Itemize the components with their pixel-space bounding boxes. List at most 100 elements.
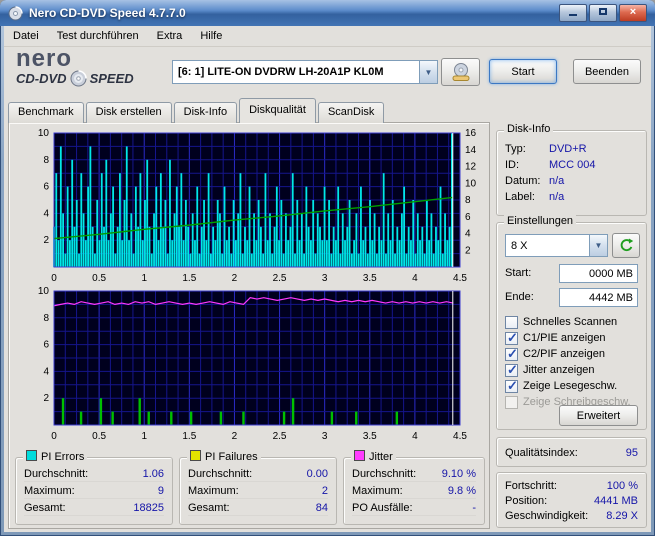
stat-label: Maximum: [352, 484, 403, 497]
progress-label: Fortschritt: [505, 479, 557, 492]
tab-benchmark[interactable]: Benchmark [8, 102, 84, 123]
svg-text:14: 14 [465, 145, 477, 156]
svg-text:3: 3 [322, 431, 328, 441]
quit-button[interactable]: Beenden [573, 59, 641, 84]
stat-value: - [472, 501, 476, 514]
checkbox-icon [505, 346, 518, 362]
svg-text:0.5: 0.5 [92, 431, 106, 441]
svg-text:4: 4 [465, 229, 471, 240]
checkbox-icon [505, 378, 518, 394]
position-value: 4441 MB [593, 494, 638, 507]
checkbox-icon [505, 395, 518, 409]
svg-text:4.5: 4.5 [453, 273, 467, 283]
minimize-icon [569, 14, 577, 16]
drive-select[interactable]: [6: 1] LITE-ON DVDRW LH-20A1P KL0M ▼ [172, 60, 438, 84]
stat-value: 1.06 [142, 467, 164, 480]
quality-index-value: 95 [625, 446, 638, 459]
svg-text:0: 0 [51, 273, 57, 283]
svg-text:4.5: 4.5 [453, 431, 467, 441]
checkbox-c2-pif-anzeigen[interactable]: C2/PIF anzeigen [505, 346, 605, 362]
maximize-button[interactable] [589, 4, 617, 22]
svg-text:2: 2 [43, 393, 49, 404]
checkbox-zeige-lesegeschw[interactable]: Zeige Lesegeschw. [505, 378, 617, 394]
tab-disk-info[interactable]: Disk-Info [173, 102, 238, 123]
jitter-stats: Jitter Durchschnitt: 9.10 % Maximum: 9.8 %… [343, 450, 485, 525]
svg-text:6: 6 [43, 182, 49, 193]
scan-speed-select[interactable]: 8 X ▼ [505, 234, 608, 257]
pi-errors-stats-title: PI Errors [41, 451, 85, 463]
nero-logo-word: nero [16, 45, 73, 72]
menu-datei[interactable]: Datei [4, 27, 48, 45]
svg-text:3: 3 [322, 273, 328, 283]
stat-label: Durchschnitt: [188, 467, 253, 480]
checkbox-schnelles-scannen[interactable]: Schnelles Scannen [505, 315, 617, 329]
svg-text:8: 8 [465, 195, 471, 206]
stat-label: Gesamt: [24, 501, 66, 514]
stat-value: 18825 [133, 501, 164, 514]
logo-cd-dvd-text: CD-DVD [16, 71, 67, 86]
svg-text:1.5: 1.5 [182, 273, 196, 283]
menubar: Datei Test durchführen Extra Hilfe [4, 26, 651, 47]
svg-text:12: 12 [465, 162, 477, 173]
chevron-down-icon: ▼ [589, 235, 607, 256]
titlebar[interactable]: Nero CD-DVD Speed 4.7.7.0 × [0, 0, 655, 26]
disk-info-label: ID: [505, 158, 520, 171]
start-button[interactable]: Start [489, 59, 557, 84]
jitter-stats-title: Jitter [369, 451, 393, 463]
svg-text:2: 2 [43, 235, 49, 246]
svg-text:0.5: 0.5 [92, 273, 106, 283]
tab-disk-erstellen[interactable]: Disk erstellen [85, 102, 172, 123]
settings-title: Einstellungen [504, 215, 577, 227]
eject-disc-button[interactable] [441, 58, 480, 86]
menu-test-durchfuehren[interactable]: Test durchführen [48, 27, 148, 45]
stat-label: PO Ausfälle: [352, 501, 413, 514]
svg-text:6: 6 [43, 340, 49, 351]
svg-text:0: 0 [51, 431, 57, 441]
end-position-input[interactable] [559, 288, 638, 307]
pi-failures-legend-swatch [190, 450, 201, 461]
stat-value: 9.10 % [441, 467, 476, 480]
svg-text:3.5: 3.5 [363, 273, 377, 283]
menu-hilfe[interactable]: Hilfe [191, 27, 231, 45]
stat-label: Maximum: [24, 484, 75, 497]
jitter-legend-swatch [354, 450, 365, 461]
checkbox-jitter-anzeigen[interactable]: Jitter anzeigen [505, 362, 595, 378]
speed-value: 8.29 X [606, 509, 638, 522]
close-button[interactable]: × [619, 4, 647, 22]
start-position-input[interactable] [559, 264, 638, 283]
stat-value: 2 [321, 484, 328, 497]
svg-text:4: 4 [412, 431, 418, 441]
svg-text:4: 4 [43, 208, 49, 219]
svg-text:4: 4 [43, 366, 49, 377]
tab-diskqualitaet[interactable]: Diskqualität [239, 98, 316, 123]
nero-logo: nero CD-DVD SPEED [16, 45, 166, 92]
svg-text:10: 10 [38, 287, 50, 297]
disk-info-title: Disk-Info [504, 123, 554, 135]
stat-label: Gesamt: [188, 501, 230, 514]
svg-text:4: 4 [412, 273, 418, 283]
stat-value: 9 [157, 484, 164, 497]
advanced-button[interactable]: Erweitert [559, 405, 638, 426]
speed-label: Geschwindigkeit: [505, 509, 589, 522]
minimize-button[interactable] [559, 4, 587, 22]
svg-text:2.5: 2.5 [273, 273, 287, 283]
window-title: Nero CD-DVD Speed 4.7.7.0 [29, 6, 186, 20]
pi-errors-legend-swatch [26, 450, 37, 461]
drive-select-value: [6: 1] LITE-ON DVDRW LH-20A1P KL0M [178, 66, 384, 78]
checkbox-c1-pie-anzeigen[interactable]: C1/PIE anzeigen [505, 330, 606, 346]
svg-text:8: 8 [43, 313, 49, 324]
stat-value: 0.00 [306, 467, 328, 480]
svg-text:8: 8 [43, 155, 49, 166]
disk-id-value: MCC 004 [549, 158, 596, 171]
menu-extra[interactable]: Extra [148, 27, 192, 45]
logo-speed-text: SPEED [89, 71, 134, 86]
svg-text:2.5: 2.5 [273, 431, 287, 441]
checkbox-icon [505, 362, 518, 378]
disc-quality-panel: 2 4 6 8 10 2 4 6 8 10 12 14 16 0 0.5 1 1.5 2 2.5 3 3.5 4 4.5 2… [8, 122, 490, 529]
disk-date-value: n/a [549, 174, 565, 187]
pi-failures-stats-title: PI Failures [205, 451, 258, 463]
refresh-button[interactable] [612, 233, 640, 258]
app-icon [8, 5, 23, 20]
checkbox-icon [505, 330, 518, 346]
tab-scandisk[interactable]: ScanDisk [317, 102, 385, 123]
